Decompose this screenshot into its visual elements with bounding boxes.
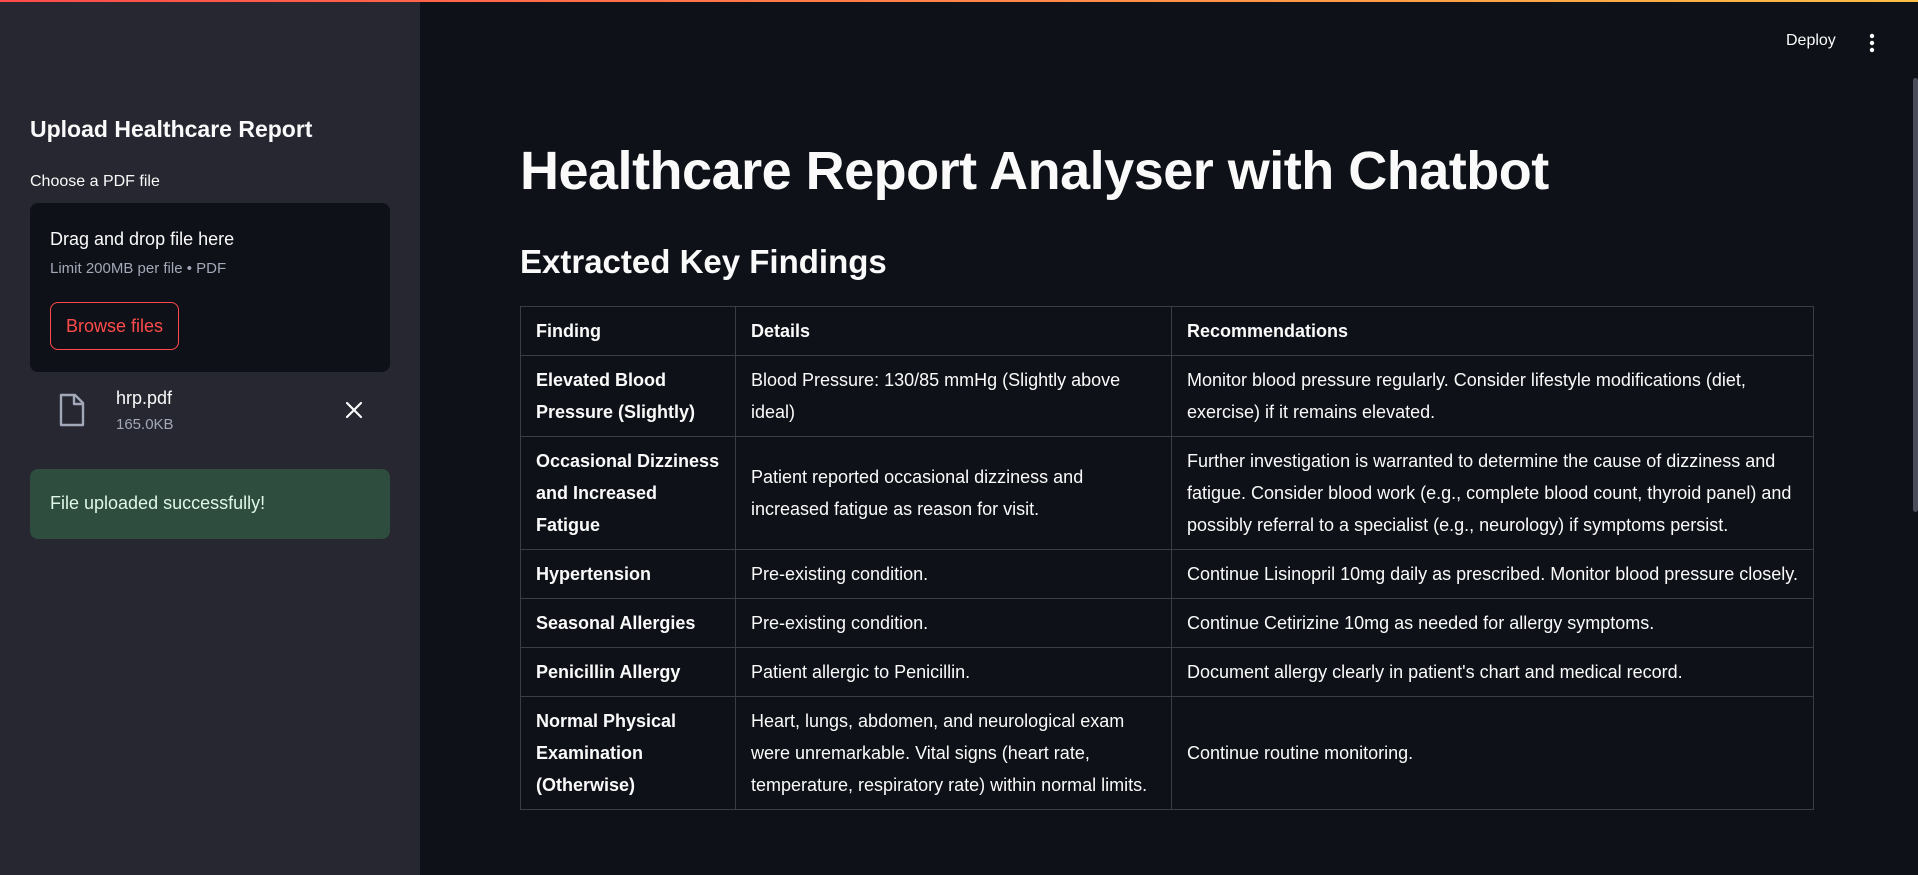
section-title: Extracted Key Findings [520, 243, 887, 280]
recommendation-cell: Continue Cetirizine 10mg as needed for a… [1171, 598, 1814, 648]
kebab-menu-icon[interactable] [1866, 32, 1878, 59]
details-cell: Pre-existing condition. [735, 549, 1172, 599]
table-row: Normal Physical Examination (Otherwise) … [520, 696, 1814, 810]
remove-file-icon[interactable] [342, 398, 366, 422]
finding-cell: Seasonal Allergies [520, 598, 736, 648]
uploaded-file-item: hrp.pdf 165.0KB [30, 385, 390, 437]
column-header-recommendations: Recommendations [1171, 306, 1814, 356]
recommendation-cell: Document allergy clearly in patient's ch… [1171, 647, 1814, 697]
app-header [420, 0, 1918, 80]
table-row: Seasonal Allergies Pre-existing conditio… [520, 598, 1814, 648]
recommendation-cell: Continue routine monitoring. [1171, 696, 1814, 810]
top-decoration-bar [0, 0, 1918, 2]
table-header-row: Finding Details Recommendations [520, 306, 1814, 356]
dropzone-title: Drag and drop file here [50, 229, 235, 249]
file-icon [58, 393, 86, 432]
table-row: Penicillin Allergy Patient allergic to P… [520, 647, 1814, 697]
file-size: 165.0KB [116, 416, 174, 433]
column-header-details: Details [735, 306, 1172, 356]
details-cell: Patient allergic to Penicillin. [735, 647, 1172, 697]
finding-cell: Normal Physical Examination (Otherwise) [520, 696, 736, 810]
page-title: Healthcare Report Analyser with Chatbot [520, 141, 1549, 201]
details-cell: Patient reported occasional dizziness an… [735, 436, 1172, 550]
deploy-button[interactable]: Deploy [1786, 32, 1836, 50]
key-findings-table: Finding Details Recommendations Elevated… [520, 306, 1814, 810]
finding-cell: Penicillin Allergy [520, 647, 736, 697]
details-cell: Pre-existing condition. [735, 598, 1172, 648]
file-dropzone[interactable]: Drag and drop file here Limit 200MB per … [30, 203, 390, 372]
table-row: Occasional Dizziness and Increased Fatig… [520, 436, 1814, 550]
column-header-finding: Finding [520, 306, 736, 356]
main-scrollbar[interactable] [1913, 78, 1918, 512]
sidebar-title: Upload Healthcare Report [30, 116, 313, 142]
table-row: Hypertension Pre-existing condition. Con… [520, 549, 1814, 599]
recommendation-cell: Further investigation is warranted to de… [1171, 436, 1814, 550]
uploader-label: Choose a PDF file [30, 173, 160, 190]
upload-success-alert: File uploaded successfully! [30, 469, 390, 539]
browse-files-button[interactable]: Browse files [50, 302, 180, 350]
file-name: hrp.pdf [116, 388, 173, 408]
finding-cell: Hypertension [520, 549, 736, 599]
table-row: Elevated Blood Pressure (Slightly) Blood… [520, 355, 1814, 437]
finding-cell: Elevated Blood Pressure (Slightly) [520, 355, 736, 437]
sidebar: Upload Healthcare Report Choose a PDF fi… [0, 0, 420, 875]
recommendation-cell: Monitor blood pressure regularly. Consid… [1171, 355, 1814, 437]
dropzone-limit: Limit 200MB per file • PDF [50, 260, 227, 277]
details-cell: Blood Pressure: 130/85 mmHg (Slightly ab… [735, 355, 1172, 437]
details-cell: Heart, lungs, abdomen, and neurological … [735, 696, 1172, 810]
recommendation-cell: Continue Lisinopril 10mg daily as prescr… [1171, 549, 1814, 599]
finding-cell: Occasional Dizziness and Increased Fatig… [520, 436, 736, 550]
